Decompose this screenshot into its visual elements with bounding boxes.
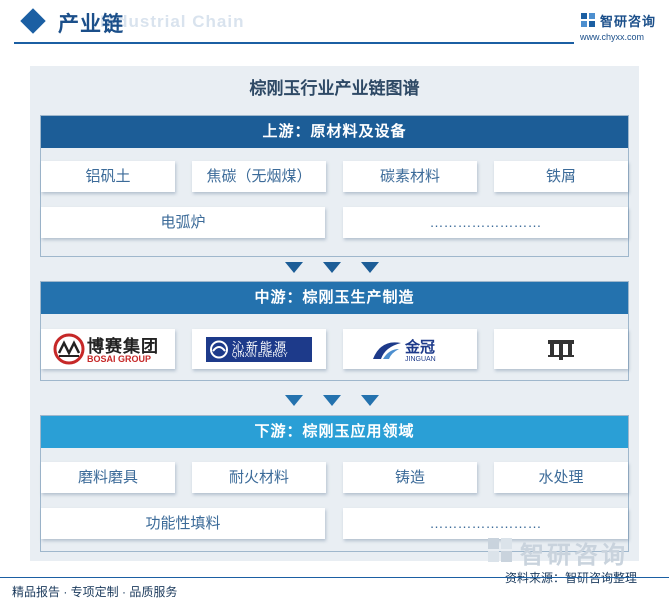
upstream-item: 焦碳（无烟煤） <box>192 161 326 192</box>
brand-url: www.chyxx.com <box>580 32 645 42</box>
downstream-item: 功能性填料 <box>41 508 325 539</box>
down-arrow-icon <box>323 395 341 406</box>
qinxin-name-en: QINXIN ENERGY <box>232 352 288 359</box>
down-arrow-icon <box>285 262 303 273</box>
diagram-title: 棕刚玉行业产业链图谱 <box>249 79 420 98</box>
upstream-item: 电弧炉 <box>41 207 325 238</box>
down-arrow-icon <box>361 395 379 406</box>
upstream-item: 碳素材料 <box>343 161 477 192</box>
jinguan-name: 金冠 <box>405 339 436 356</box>
bosai-name-en: BOSAI GROUP <box>87 354 152 364</box>
company-logo-qinxin: 沁新能源 QINXIN ENERGY <box>192 329 326 369</box>
downstream-item: 磨料磨具 <box>41 462 175 493</box>
brand-logo: 智研咨询 www.chyxx.com <box>580 10 660 44</box>
brand-name: 智研咨询 <box>600 14 657 29</box>
company-mark-icon <box>548 340 574 360</box>
page-title: 产业链 <box>58 13 124 36</box>
company-logo-jinguan: 金冠 JINGUAN <box>343 329 477 369</box>
downstream-item: 耐火材料 <box>192 462 326 493</box>
watermark-text: 智研咨询 <box>520 542 628 569</box>
industry-chain-diagram: 棕刚玉行业产业链图谱 上游：原材料及设备 铝矾土 焦碳（无烟煤） 碳素材料 铁屑… <box>30 66 639 561</box>
flow-arrows <box>30 262 639 278</box>
down-arrow-icon <box>361 262 379 273</box>
upstream-item: 铝矾土 <box>41 161 175 192</box>
page-header: Industrial Chain 产业链 智研咨询 www.chyxx.com <box>0 0 669 44</box>
header-divider <box>14 42 574 44</box>
company-logo-unnamed <box>494 329 628 369</box>
watermark-logo: 智研咨询 <box>486 533 656 569</box>
downstream-item: 水处理 <box>494 462 628 493</box>
watermark-mark-icon <box>488 538 512 562</box>
diamond-icon <box>20 8 46 34</box>
upstream-more: …………………… <box>343 207 628 238</box>
qinxin-mark-icon <box>210 340 228 359</box>
company-logo-bosai: 博赛集团 BOSAI GROUP <box>41 329 175 369</box>
midstream-section: 中游：棕刚玉生产制造 博赛集团 BOSAI GROUP 沁新能源 QINXIN … <box>40 281 629 381</box>
upstream-section: 上游：原材料及设备 铝矾土 焦碳（无烟煤） 碳素材料 铁屑 电弧炉 ………………… <box>40 115 629 257</box>
upstream-item: 铁屑 <box>494 161 628 192</box>
jinguan-mark-icon <box>373 342 401 359</box>
downstream-header: 下游：棕刚玉应用领域 <box>41 416 628 448</box>
upstream-header: 上游：原材料及设备 <box>41 116 628 148</box>
jinguan-name-en: JINGUAN <box>405 356 436 363</box>
down-arrow-icon <box>323 262 341 273</box>
midstream-header: 中游：棕刚玉生产制造 <box>41 282 628 314</box>
flow-arrows <box>30 395 639 411</box>
downstream-item: 铸造 <box>343 462 477 493</box>
footer-slogan: 精品报告 · 专项定制 · 品质服务 <box>12 585 178 599</box>
brand-mark-icon <box>581 13 595 27</box>
downstream-section: 下游：棕刚玉应用领域 磨料磨具 耐火材料 铸造 水处理 功能性填料 ………………… <box>40 415 629 552</box>
footer-divider <box>0 577 669 578</box>
down-arrow-icon <box>285 395 303 406</box>
